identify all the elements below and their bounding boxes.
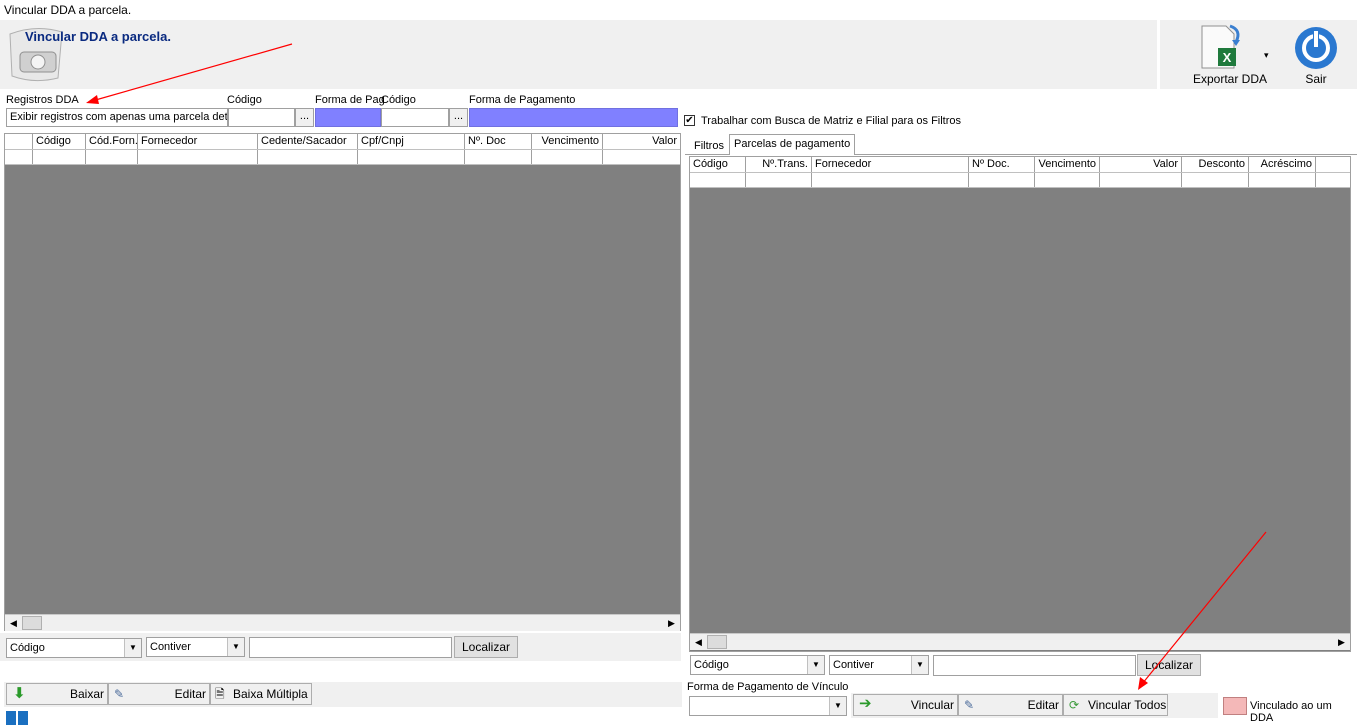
registros-dda-label: Registros DDA: [6, 94, 79, 106]
right-editar-label: Editar: [1027, 698, 1059, 712]
codigo-label: Código: [227, 94, 262, 106]
vincular-button[interactable]: ➔ Vincular: [853, 694, 958, 716]
col-codigo[interactable]: Código: [33, 134, 86, 149]
matriz-filial-checkbox[interactable]: ✔: [684, 115, 695, 126]
chevron-down-icon[interactable]: ▼: [829, 697, 846, 715]
header-panel: [0, 20, 1157, 89]
baixa-multipla-label: Baixa Múltipla: [233, 687, 308, 701]
parcelas-grid-hscroll[interactable]: ◀ ▶: [690, 633, 1350, 650]
col-fornecedor[interactable]: Fornecedor: [138, 134, 258, 149]
matriz-filial-label: Trabalhar com Busca de Matriz e Filial p…: [701, 115, 962, 127]
left-localizar-button[interactable]: Localizar: [454, 636, 518, 658]
export-dda-button[interactable]: X ▾ Exportar DDA: [1184, 22, 1276, 88]
col-num-trans[interactable]: Nº.Trans.: [746, 157, 812, 172]
baixa-multipla-button[interactable]: 🗎 Baixa Múltipla: [210, 683, 312, 705]
baixar-label: Baixar: [69, 687, 104, 701]
svg-text:X: X: [1223, 50, 1232, 65]
excel-export-icon: X ▾: [1184, 22, 1276, 72]
col-cedente[interactable]: Cedente/Sacador: [258, 134, 358, 149]
left-search-field-value: Código: [10, 642, 45, 654]
legend-label: Vinculado ao um DDA: [1250, 700, 1332, 724]
left-search-input[interactable]: [249, 637, 452, 658]
col-valor[interactable]: Valor: [603, 134, 680, 149]
editar-button[interactable]: ✎ Editar: [108, 683, 210, 705]
page-title: Vincular DDA a parcela.: [25, 29, 171, 44]
codigo-lookup-button[interactable]: ...: [295, 108, 314, 127]
col-acrescimo[interactable]: Acréscimo: [1249, 157, 1316, 172]
edit-icon: ✎: [114, 687, 125, 701]
edit-icon: ✎: [964, 698, 975, 712]
col-vencimento[interactable]: Vencimento: [1035, 157, 1100, 172]
col-cpf-cnpj[interactable]: Cpf/Cnpj: [358, 134, 465, 149]
status-icon: [6, 711, 28, 725]
right-localizar-button[interactable]: Localizar: [1137, 654, 1201, 676]
left-search-field-select[interactable]: Código ▼: [6, 638, 142, 658]
forma-pagamento-label: Forma de Pagamento: [469, 94, 576, 106]
parcelas-grid[interactable]: Código Nº.Trans. Fornecedor Nº Doc. Venc…: [689, 156, 1351, 652]
forma-vinculo-select[interactable]: ▼: [689, 696, 847, 716]
forma-vinculo-label: Forma de Pagamento de Vínculo: [687, 681, 849, 693]
codigo2-label: Código: [381, 94, 416, 106]
scroll-thumb[interactable]: [707, 635, 727, 649]
refresh-icon: ⟳: [1069, 698, 1080, 712]
col-codigo[interactable]: Código: [690, 157, 746, 172]
right-search-mode-select[interactable]: Contiver ▼: [829, 655, 929, 675]
dropdown-arrow-icon[interactable]: ▾: [1264, 50, 1269, 61]
chevron-down-icon[interactable]: ▼: [807, 656, 824, 674]
legend-swatch: [1223, 697, 1247, 715]
export-dda-label: Exportar DDA: [1192, 72, 1268, 86]
forma-pag-label: Forma de Pag: [315, 94, 385, 106]
scroll-right-icon[interactable]: ▶: [1333, 634, 1350, 650]
chevron-down-icon[interactable]: ▼: [227, 638, 244, 656]
dda-grid-hscroll[interactable]: ◀ ▶: [5, 614, 680, 631]
right-search-input[interactable]: [933, 655, 1136, 676]
codigo-input[interactable]: [228, 108, 295, 127]
arrow-right-icon: ➔: [859, 695, 872, 712]
col-vencimento[interactable]: Vencimento: [532, 134, 603, 149]
right-search-field-value: Código: [694, 659, 729, 671]
col-cod-forn[interactable]: Cód.Forn.: [86, 134, 138, 149]
dda-grid-header: Código Cód.Forn. Fornecedor Cedente/Saca…: [5, 134, 680, 150]
exit-button[interactable]: Sair: [1288, 22, 1344, 88]
chevron-down-icon[interactable]: ▼: [911, 656, 928, 674]
codigo2-lookup-button[interactable]: ...: [449, 108, 468, 127]
row-indicator-header: [5, 134, 33, 149]
registros-dda-select[interactable]: Exibir registros com apenas uma parcela …: [6, 108, 228, 127]
forma-pag-input[interactable]: [315, 108, 381, 127]
parcelas-grid-header: Código Nº.Trans. Fornecedor Nº Doc. Venc…: [690, 157, 1350, 173]
scroll-thumb[interactable]: [22, 616, 42, 630]
vincular-todos-button[interactable]: ⟳ Vincular Todos: [1063, 694, 1168, 716]
tab-filtros[interactable]: Filtros: [690, 137, 728, 155]
power-icon: [1288, 22, 1344, 72]
col-desconto[interactable]: Desconto: [1182, 157, 1249, 172]
baixar-button[interactable]: ⬇ Baixar: [6, 683, 108, 705]
exit-label: Sair: [1305, 72, 1327, 86]
forma-pagamento-input[interactable]: [469, 108, 678, 127]
scroll-right-icon[interactable]: ▶: [663, 615, 680, 631]
arrow-down-icon: ⬇: [13, 685, 26, 702]
window-title: Vincular DDA a parcela.: [4, 3, 132, 17]
codigo2-input[interactable]: [381, 108, 449, 127]
dda-grid[interactable]: Código Cód.Forn. Fornecedor Cedente/Saca…: [4, 133, 681, 631]
col-num-doc[interactable]: Nº Doc.: [969, 157, 1035, 172]
table-row[interactable]: [5, 150, 680, 165]
table-row[interactable]: [690, 173, 1350, 188]
editar-label: Editar: [174, 687, 206, 701]
document-icon: 🗎: [215, 687, 225, 701]
col-valor[interactable]: Valor: [1100, 157, 1182, 172]
left-search-mode-select[interactable]: Contiver ▼: [146, 637, 245, 657]
vincular-label: Vincular: [910, 698, 954, 712]
col-num-doc[interactable]: Nº. Doc: [465, 134, 532, 149]
scroll-left-icon[interactable]: ◀: [5, 615, 22, 631]
tab-parcelas[interactable]: Parcelas de pagamento: [729, 134, 856, 155]
right-editar-button[interactable]: ✎ Editar: [958, 694, 1063, 716]
right-search-field-select[interactable]: Código ▼: [690, 655, 825, 675]
vincular-todos-label: Vincular Todos: [1088, 698, 1167, 712]
right-search-mode-value: Contiver: [833, 659, 874, 671]
chevron-down-icon[interactable]: ▼: [124, 639, 141, 657]
col-fornecedor[interactable]: Fornecedor: [812, 157, 969, 172]
left-search-mode-value: Contiver: [150, 641, 191, 653]
scroll-left-icon[interactable]: ◀: [690, 634, 707, 650]
